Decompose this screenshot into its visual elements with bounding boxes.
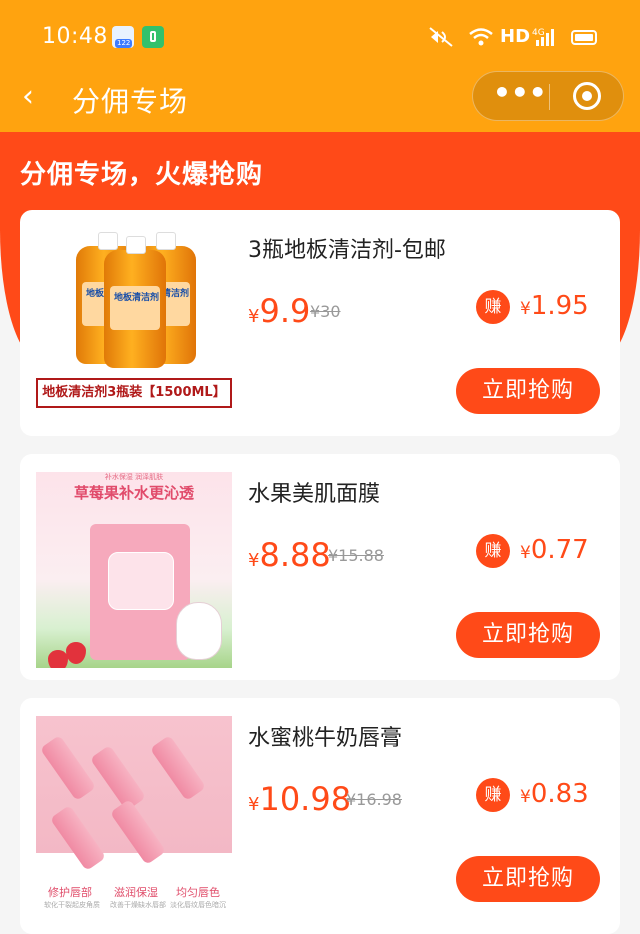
banner-text: 分佣专场，火爆抢购 — [20, 160, 264, 190]
battery-icon — [571, 30, 597, 45]
page-title: 分佣专场 — [72, 85, 189, 118]
lip-balm-image — [49, 804, 107, 872]
buy-now-button[interactable]: 立即抢购 — [456, 612, 600, 658]
mini-program-capsule: ••• — [472, 71, 624, 121]
wifi-icon — [468, 26, 494, 53]
earn-badge: 赚 — [476, 778, 510, 812]
sale-price: ¥8.88 — [248, 536, 331, 574]
sale-price: ¥10.98 — [248, 780, 352, 818]
signal-icon: 4G — [532, 26, 560, 52]
green-app-icon — [142, 26, 164, 48]
more-icon[interactable]: ••• — [493, 79, 547, 110]
strawberry-icon — [48, 650, 68, 668]
bottle-image: 地板清洁剂 — [104, 236, 166, 368]
product-image-caption: 地板清洁剂3瓶装【1500ML】 — [36, 378, 232, 408]
back-icon[interactable]: ‹ — [22, 82, 34, 112]
status-bar: 10:48 122 HD 4G — [0, 0, 640, 70]
buy-now-button[interactable]: 立即抢购 — [456, 856, 600, 902]
status-time: 10:48 — [42, 24, 108, 49]
product-card[interactable]: 地板清洁剂 地板清洁剂 地板清洁剂 地板清洁剂3瓶装【1500ML】 3瓶地板清… — [20, 210, 620, 436]
commission-amount: ¥0.83 — [520, 779, 589, 809]
product-image-subline: 补水保湿 润泽肌肤 — [104, 473, 164, 481]
product-image[interactable]: 地板清洁剂 地板清洁剂 地板清洁剂 地板清洁剂3瓶装【1500ML】 — [36, 228, 232, 424]
app-notification-icon: 122 — [112, 26, 134, 48]
product-image[interactable]: 补水保湿 润泽肌肤 草莓果补水更沁透 — [36, 472, 232, 668]
original-price: ¥16.98 — [346, 790, 402, 809]
product-name[interactable]: 水果美肌面膜 — [248, 476, 380, 508]
feature-label: 滋润保湿 — [114, 886, 158, 899]
commission-amount: ¥1.95 — [520, 291, 589, 321]
feature-note: 淡化唇纹唇色暗沉 — [170, 901, 226, 909]
lip-balm-image — [149, 734, 207, 802]
close-target-icon[interactable] — [573, 82, 601, 110]
product-image[interactable]: 修护唇部 滋润保湿 均匀唇色 软化干裂起皮角质 改善干燥缺水唇部 淡化唇纹唇色暗… — [36, 716, 232, 912]
original-price: ¥30 — [310, 302, 341, 321]
original-price: ¥15.88 — [328, 546, 384, 565]
product-image-headline: 草莓果补水更沁透 — [73, 484, 194, 502]
strawberry-icon — [66, 642, 86, 664]
mute-icon — [428, 26, 454, 53]
feature-label: 均匀唇色 — [176, 886, 220, 899]
lip-balm-image — [39, 734, 97, 802]
sale-price: ¥9.9 — [248, 292, 311, 330]
lip-balm-image — [109, 798, 167, 866]
feature-note: 软化干裂起皮角质 — [44, 901, 100, 909]
capsule-divider — [549, 84, 550, 110]
feature-note: 改善干燥缺水唇部 — [110, 901, 166, 909]
earn-badge: 赚 — [476, 290, 510, 324]
earn-badge: 赚 — [476, 534, 510, 568]
buy-now-button[interactable]: 立即抢购 — [456, 368, 600, 414]
product-name[interactable]: 水蜜桃牛奶唇膏 — [248, 720, 402, 752]
product-card[interactable]: 补水保湿 润泽肌肤 草莓果补水更沁透 水果美肌面膜 ¥8.88 ¥15.88 赚… — [20, 454, 620, 680]
feature-label: 修护唇部 — [48, 886, 92, 899]
mask-package — [90, 524, 190, 660]
network-type-label: HD — [500, 26, 531, 47]
lip-balm-image — [89, 744, 147, 812]
product-name[interactable]: 3瓶地板清洁剂-包邮 — [248, 232, 446, 264]
svg-text:4G: 4G — [532, 28, 545, 38]
product-card[interactable]: 修护唇部 滋润保湿 均匀唇色 软化干裂起皮角质 改善干燥缺水唇部 淡化唇纹唇色暗… — [20, 698, 620, 934]
commission-amount: ¥0.77 — [520, 535, 589, 565]
face-mask-sheet — [176, 602, 222, 660]
